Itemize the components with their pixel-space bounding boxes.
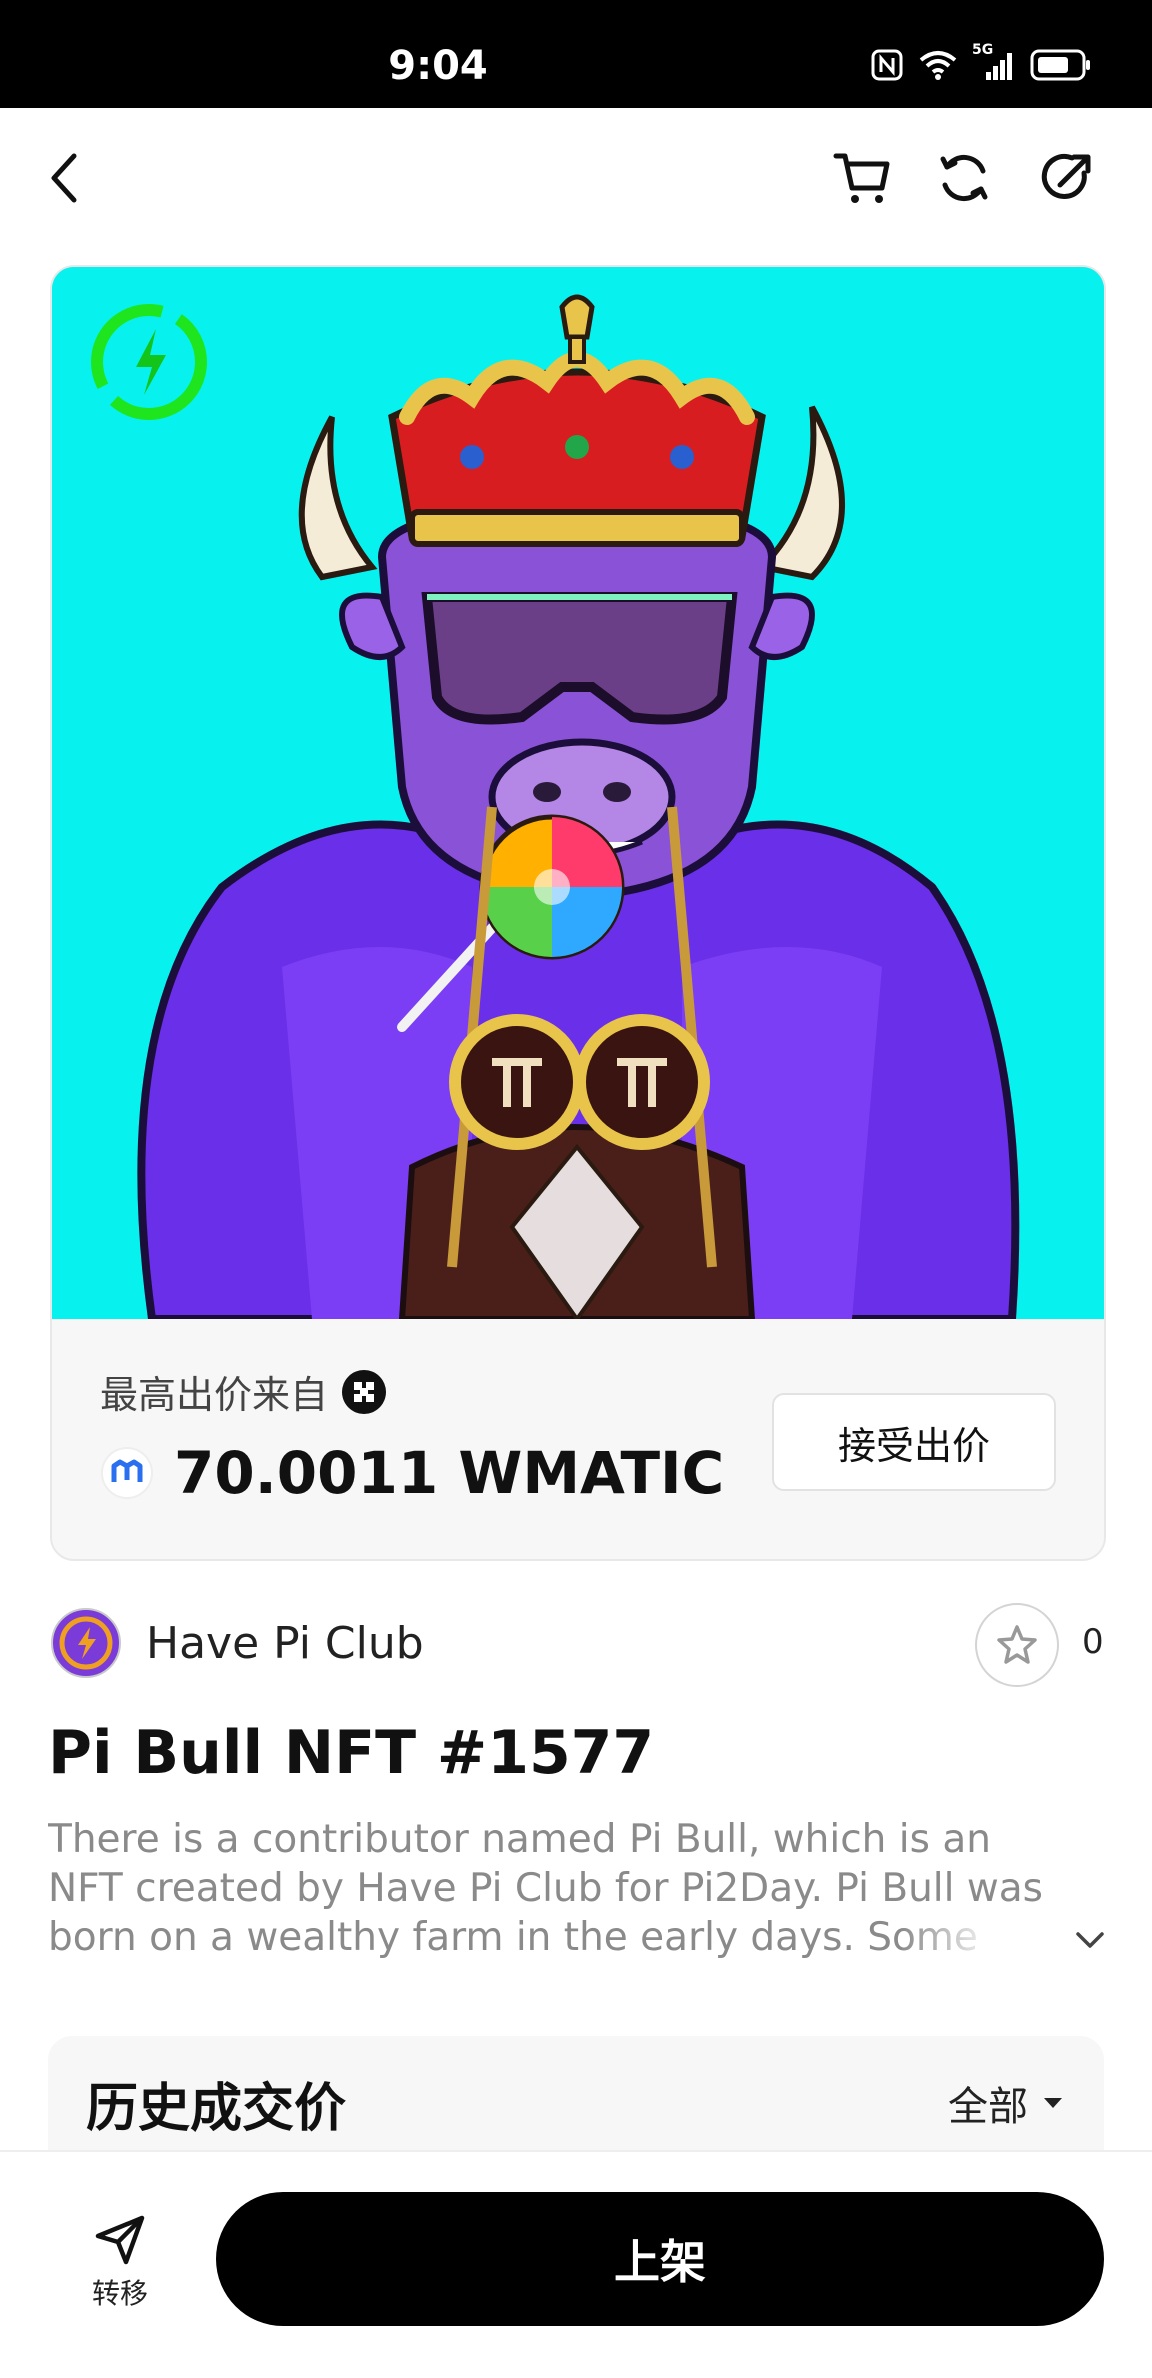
price-history-filter[interactable]: 全部 xyxy=(948,2074,1064,2132)
price-history-section: 历史成交价 全部 xyxy=(48,2036,1104,2150)
battery-icon xyxy=(1030,49,1090,81)
top-nav xyxy=(0,108,1152,238)
refresh-button[interactable] xyxy=(932,146,996,210)
back-icon xyxy=(51,153,77,203)
transfer-button[interactable]: 转移 xyxy=(72,2212,168,2312)
share-icon xyxy=(1041,153,1091,199)
status-icons: 5G xyxy=(870,42,1092,82)
star-icon xyxy=(997,1625,1037,1664)
cart-icon xyxy=(833,153,890,203)
nfc-icon xyxy=(871,49,903,81)
best-offer-label-row: 最高出价来自 xyxy=(100,1364,388,1419)
expand-description-button[interactable] xyxy=(1068,1918,1112,1962)
send-icon xyxy=(95,2215,145,2265)
description-fade xyxy=(900,1917,1080,1969)
collection-link[interactable]: Have Pi Club xyxy=(50,1605,424,1681)
wifi-icon xyxy=(919,51,957,80)
nft-card: 最高出价来自 70.0011 WMATIC 接受出价 xyxy=(50,265,1106,1561)
bottom-action-bar: 转移 上架 xyxy=(0,2150,1152,2378)
best-offer-panel: 最高出价来自 70.0011 WMATIC 接受出价 xyxy=(52,1319,1104,1559)
nft-artwork-illustration xyxy=(52,267,1104,1323)
polygon-matic-icon xyxy=(101,1447,153,1499)
list-for-sale-button[interactable]: 上架 xyxy=(216,2192,1104,2326)
transfer-label: 转移 xyxy=(91,2277,148,2310)
nft-title: Pi Bull NFT #1577 xyxy=(48,1718,655,1788)
best-offer-amount-row: 70.0011 WMATIC xyxy=(100,1439,724,1507)
status-bar: 9:04 5G xyxy=(0,0,1152,108)
share-button[interactable] xyxy=(1035,146,1099,210)
nft-artwork[interactable] xyxy=(52,267,1104,1323)
chevron-down-icon xyxy=(1076,1932,1104,1948)
collection-avatar-icon xyxy=(51,1608,121,1678)
price-history-title: 历史成交价 xyxy=(86,2079,347,2139)
best-offer-label: 最高出价来自 xyxy=(100,1373,329,1417)
signal-icon: 5G xyxy=(972,42,1016,82)
collection-name: Have Pi Club xyxy=(146,1617,424,1669)
back-button[interactable] xyxy=(32,146,96,210)
cart-button[interactable] xyxy=(830,146,894,210)
favorite-button[interactable] xyxy=(975,1603,1059,1687)
accept-offer-button[interactable]: 接受出价 xyxy=(772,1393,1056,1491)
favorite-count: 0 xyxy=(1082,1622,1104,1662)
bidder-avatar-icon[interactable] xyxy=(340,1368,388,1416)
price-history-filter-label: 全部 xyxy=(948,2084,1028,2130)
caret-down-icon xyxy=(1044,2098,1062,2108)
best-offer-amount: 70.0011 WMATIC xyxy=(174,1439,725,1507)
refresh-icon xyxy=(940,154,988,202)
